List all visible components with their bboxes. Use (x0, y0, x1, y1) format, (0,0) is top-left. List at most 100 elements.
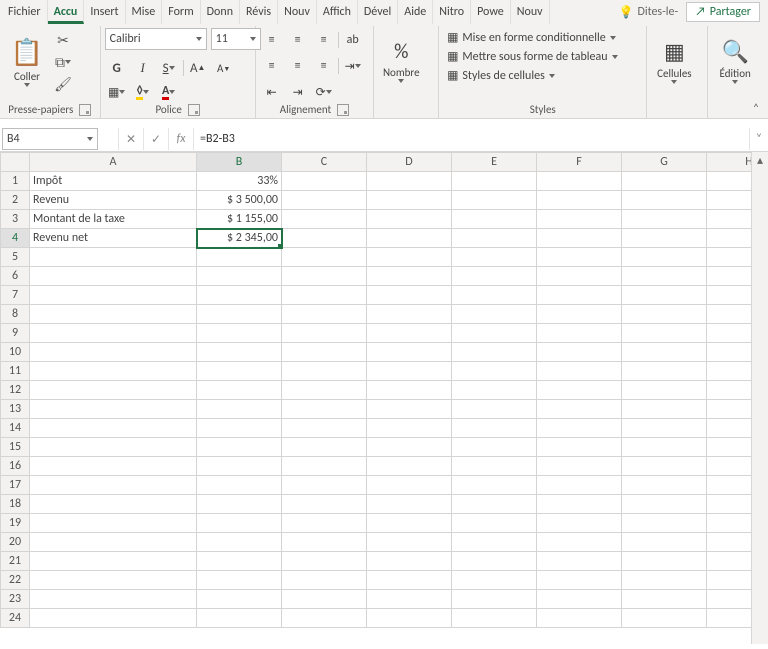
tab-view[interactable]: Affich (317, 0, 358, 24)
cell-G24[interactable] (622, 609, 707, 628)
tab-file[interactable]: Fichier (2, 0, 48, 24)
cell-C14[interactable] (282, 419, 367, 438)
tab-data[interactable]: Donn (201, 0, 240, 24)
cell-D20[interactable] (367, 533, 452, 552)
cell-A16[interactable] (30, 457, 197, 476)
cell-C8[interactable] (282, 305, 367, 324)
cell-A3[interactable]: Montant de la taxe (30, 210, 197, 229)
tab-power[interactable]: Powe (471, 0, 511, 24)
cell-E21[interactable] (452, 552, 537, 571)
cell-B14[interactable] (197, 419, 282, 438)
cell-D6[interactable] (367, 267, 452, 286)
cell-C17[interactable] (282, 476, 367, 495)
cell-F24[interactable] (537, 609, 622, 628)
tell-me-search[interactable]: 💡 Dites-le- (610, 5, 686, 20)
cancel-formula-button[interactable]: ✕ (118, 128, 143, 150)
row-header-21[interactable]: 21 (1, 552, 30, 571)
insert-function-button[interactable]: fx (168, 128, 193, 150)
cell-F2[interactable] (537, 191, 622, 210)
cell-E24[interactable] (452, 609, 537, 628)
cell-A12[interactable] (30, 381, 197, 400)
shrink-font-button[interactable]: A▼ (212, 58, 236, 78)
cell-F6[interactable] (537, 267, 622, 286)
align-left-button[interactable]: ≡ (260, 56, 284, 76)
merge-button[interactable]: ⇥ (341, 56, 365, 76)
cell-F17[interactable] (537, 476, 622, 495)
cell-E19[interactable] (452, 514, 537, 533)
cell-D2[interactable] (367, 191, 452, 210)
cell-A14[interactable] (30, 419, 197, 438)
cell-F11[interactable] (537, 362, 622, 381)
cell-C10[interactable] (282, 343, 367, 362)
cell-D9[interactable] (367, 324, 452, 343)
cell-D7[interactable] (367, 286, 452, 305)
format-as-table-button[interactable]: ▦ Mettre sous forme de tableau (443, 47, 621, 66)
row-header-8[interactable]: 8 (1, 305, 30, 324)
cell-C11[interactable] (282, 362, 367, 381)
format-painter-button[interactable]: 🖌 (52, 74, 74, 94)
cell-D18[interactable] (367, 495, 452, 514)
tab-new2[interactable]: Nouv (511, 0, 550, 24)
cell-F23[interactable] (537, 590, 622, 609)
cell-F15[interactable] (537, 438, 622, 457)
cell-G20[interactable] (622, 533, 707, 552)
cell-D10[interactable] (367, 343, 452, 362)
cell-A23[interactable] (30, 590, 197, 609)
collapse-ribbon-button[interactable]: ˄ (748, 102, 764, 116)
cell-F21[interactable] (537, 552, 622, 571)
tab-insert[interactable]: Insert (84, 0, 125, 24)
cell-E11[interactable] (452, 362, 537, 381)
cell-G22[interactable] (622, 571, 707, 590)
cell-F5[interactable] (537, 248, 622, 267)
align-top-button[interactable]: ≡ (260, 30, 284, 50)
column-header-E[interactable]: E (452, 153, 537, 172)
cell-C1[interactable] (282, 172, 367, 191)
column-header-B[interactable]: B (197, 153, 282, 172)
cell-G16[interactable] (622, 457, 707, 476)
cell-G21[interactable] (622, 552, 707, 571)
cell-E16[interactable] (452, 457, 537, 476)
cell-G13[interactable] (622, 400, 707, 419)
cell-G17[interactable] (622, 476, 707, 495)
row-header-22[interactable]: 22 (1, 571, 30, 590)
cell-F14[interactable] (537, 419, 622, 438)
tab-layout[interactable]: Mise (126, 0, 163, 24)
cell-C23[interactable] (282, 590, 367, 609)
italic-button[interactable]: I (131, 58, 155, 78)
cell-A21[interactable] (30, 552, 197, 571)
cell-E12[interactable] (452, 381, 537, 400)
row-header-4[interactable]: 4 (1, 229, 30, 248)
cell-C4[interactable] (282, 229, 367, 248)
tab-dev[interactable]: Dével (358, 0, 398, 24)
cell-B22[interactable] (197, 571, 282, 590)
cell-B7[interactable] (197, 286, 282, 305)
cell-E3[interactable] (452, 210, 537, 229)
cell-D11[interactable] (367, 362, 452, 381)
editing-button[interactable]: 🔍 Édition (712, 28, 758, 94)
cell-C6[interactable] (282, 267, 367, 286)
cell-F13[interactable] (537, 400, 622, 419)
tab-home[interactable]: Accu (48, 0, 85, 24)
clipboard-launcher[interactable] (79, 104, 91, 116)
cell-D14[interactable] (367, 419, 452, 438)
row-header-9[interactable]: 9 (1, 324, 30, 343)
cell-B11[interactable] (197, 362, 282, 381)
scroll-up-button[interactable]: ▴ (752, 152, 768, 168)
row-header-15[interactable]: 15 (1, 438, 30, 457)
font-name-select[interactable]: Calibri (105, 28, 207, 50)
cell-B6[interactable] (197, 267, 282, 286)
cell-B9[interactable] (197, 324, 282, 343)
row-header-24[interactable]: 24 (1, 609, 30, 628)
cell-G8[interactable] (622, 305, 707, 324)
cell-G14[interactable] (622, 419, 707, 438)
cell-E18[interactable] (452, 495, 537, 514)
cell-E14[interactable] (452, 419, 537, 438)
cell-B1[interactable]: 33% (197, 172, 282, 191)
cell-B20[interactable] (197, 533, 282, 552)
row-header-14[interactable]: 14 (1, 419, 30, 438)
cell-C7[interactable] (282, 286, 367, 305)
row-header-18[interactable]: 18 (1, 495, 30, 514)
align-bottom-button[interactable]: ≡ (312, 30, 336, 50)
cell-A6[interactable] (30, 267, 197, 286)
cell-F18[interactable] (537, 495, 622, 514)
